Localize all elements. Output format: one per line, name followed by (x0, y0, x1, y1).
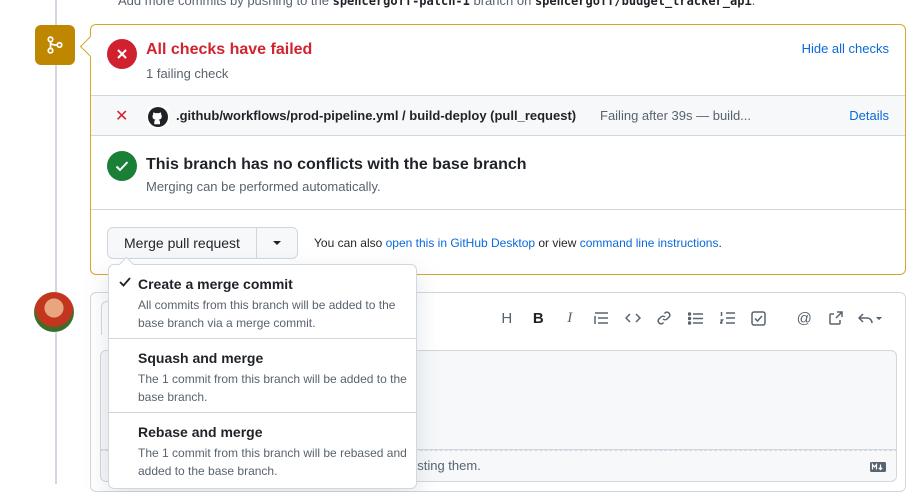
heading-icon[interactable]: H (491, 307, 523, 329)
avatar (34, 292, 74, 332)
merge-method-menu: Create a merge commit All commits from t… (108, 264, 417, 489)
checks-subtitle: 1 failing check (146, 66, 229, 81)
menu-item-squash-and-merge[interactable]: Squash and merge The 1 commit from this … (109, 339, 416, 413)
checks-summary: All checks have failed 1 failing check H… (91, 25, 905, 96)
details-link[interactable]: Details (849, 108, 889, 123)
mention-icon[interactable]: @ (789, 307, 821, 329)
menu-item-description: The 1 commit from this branch will be ad… (138, 372, 407, 404)
checks-title: All checks have failed (146, 41, 313, 58)
push-instructions: Add more commits by pushing to the spenc… (118, 0, 755, 8)
merge-method-dropdown-button[interactable] (257, 228, 297, 258)
x-circle-icon (107, 39, 137, 69)
bold-icon[interactable]: B (523, 307, 555, 329)
menu-item-rebase-and-merge[interactable]: Rebase and merge The 1 commit from this … (109, 413, 416, 490)
push-text-suffix: . (751, 0, 756, 8)
x-icon: ✕ (115, 108, 129, 125)
menu-item-description: All commits from this branch will be add… (138, 298, 396, 330)
ordered-list-icon[interactable] (712, 307, 744, 329)
reply-icon[interactable] (852, 307, 888, 329)
timeline-line (55, 0, 57, 484)
caret-down-icon (272, 241, 281, 245)
merge-button-group: Merge pull request (107, 227, 298, 259)
also-suffix: . (718, 236, 722, 250)
menu-item-title: Squash and merge (138, 350, 264, 366)
hide-all-checks-link[interactable]: Hide all checks (802, 41, 889, 56)
italic-icon[interactable]: I (554, 307, 586, 329)
also-prefix: You can also (314, 236, 386, 250)
merge-box: All checks have failed 1 failing check H… (90, 24, 906, 275)
conflicts-section: This branch has no conflicts with the ba… (91, 136, 905, 210)
repo-name: spencergoff/budget_tracker_api (534, 0, 752, 8)
cross-reference-icon[interactable] (820, 307, 852, 329)
git-merge-icon (35, 25, 75, 65)
github-logo-icon (147, 106, 169, 128)
check-icon (119, 275, 131, 290)
branch-name: spencergoff-patch-1 (332, 0, 470, 8)
menu-item-title: Rebase and merge (138, 424, 263, 440)
link-icon[interactable] (649, 307, 681, 329)
conflicts-subtitle: Merging can be performed automatically. (146, 179, 381, 194)
conflicts-title: This branch has no conflicts with the ba… (146, 156, 527, 173)
push-text-prefix: Add more commits by pushing to the (118, 0, 333, 8)
attach-files-hint: asting them. (410, 458, 481, 473)
command-line-instructions-link[interactable]: command line instructions (580, 236, 719, 250)
markdown-toolbar: H B I @ (491, 307, 888, 329)
check-circle-icon (107, 151, 137, 181)
push-text-middle: branch on (469, 0, 535, 8)
markdown-icon[interactable] (870, 460, 886, 475)
quote-icon[interactable] (586, 307, 618, 329)
check-row: ✕ .github/workflows/prod-pipeline.yml / … (91, 96, 905, 136)
merge-pull-request-button[interactable]: Merge pull request (108, 228, 257, 258)
open-github-desktop-link[interactable]: open this in GitHub Desktop (386, 236, 535, 250)
check-status: Failing after 39s — build... (600, 108, 752, 123)
alternative-merge-text: You can also open this in GitHub Desktop… (314, 236, 722, 250)
menu-item-create-merge-commit[interactable]: Create a merge commit All commits from t… (109, 265, 416, 339)
menu-item-description: The 1 commit from this branch will be re… (138, 446, 407, 478)
code-icon[interactable] (617, 307, 649, 329)
check-name: .github/workflows/prod-pipeline.yml / bu… (176, 108, 577, 123)
also-middle: or view (535, 236, 580, 250)
unordered-list-icon[interactable] (680, 307, 712, 329)
menu-item-title: Create a merge commit (138, 276, 293, 292)
tasklist-icon[interactable] (743, 307, 775, 329)
